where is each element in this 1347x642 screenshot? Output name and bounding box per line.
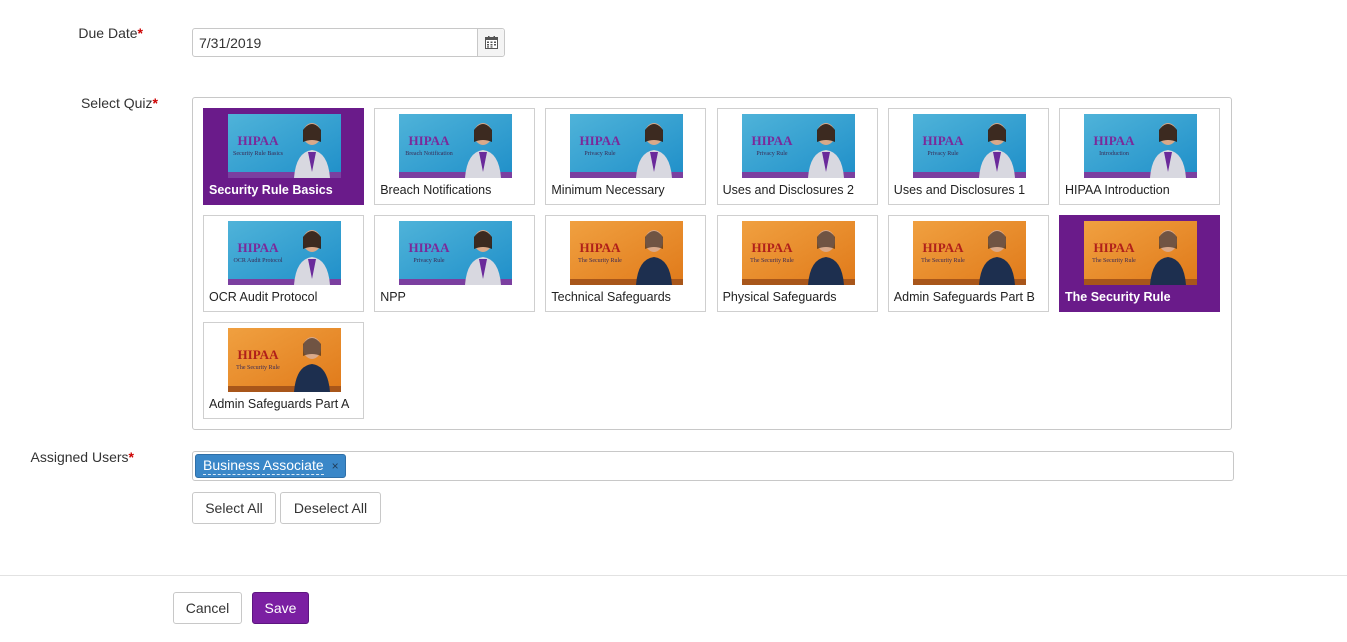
save-button[interactable]: Save — [252, 592, 309, 624]
svg-text:HIPAA: HIPAA — [751, 133, 793, 148]
svg-text:HIPAA: HIPAA — [238, 133, 280, 148]
quiz-thumbnail: HIPAA The Security Rule — [1084, 221, 1197, 285]
quiz-thumbnail: HIPAA The Security Rule — [741, 221, 855, 285]
quiz-tile-title: Admin Safeguards Part B — [893, 290, 1035, 304]
quiz-thumbnail: HIPAA The Security Rule — [912, 221, 1026, 285]
quiz-tile[interactable]: HIPAA Privacy Rule NPP — [374, 215, 536, 312]
quiz-thumbnail: HIPAA The Security Rule — [228, 328, 341, 392]
svg-text:OCR Audit Protocol: OCR Audit Protocol — [233, 258, 282, 264]
quiz-thumbnail: HIPAA Introduction — [1084, 114, 1197, 178]
svg-text:Privacy Rule: Privacy Rule — [927, 151, 958, 157]
assigned-users-label-text: Assigned Users — [30, 449, 129, 465]
svg-text:HIPAA: HIPAA — [409, 133, 451, 148]
quiz-tile-title: Admin Safeguards Part A — [209, 397, 350, 411]
svg-text:HIPAA: HIPAA — [922, 240, 964, 255]
quiz-tile[interactable]: HIPAA Security Rule Basics Security Rule B… — [203, 108, 364, 205]
svg-text:Breach Notification: Breach Notification — [405, 150, 452, 157]
due-date-field — [192, 28, 505, 57]
select-quiz-label: Select Quiz* — [0, 95, 158, 111]
quiz-tile-title: OCR Audit Protocol — [209, 290, 318, 304]
quiz-tile-title: Technical Safeguards — [551, 290, 671, 304]
due-date-label-text: Due Date — [78, 25, 138, 41]
quiz-thumbnail: HIPAA OCR Audit Protocol — [228, 221, 341, 285]
svg-text:HIPAA: HIPAA — [238, 347, 280, 362]
select-all-button[interactable]: Select All — [192, 492, 276, 524]
svg-text:The Security Rule: The Security Rule — [921, 258, 965, 264]
svg-text:HIPAA: HIPAA — [751, 240, 793, 255]
due-date-input[interactable] — [193, 29, 477, 56]
svg-text:The Security Rule: The Security Rule — [236, 365, 280, 371]
svg-text:The Security Rule: The Security Rule — [1092, 258, 1136, 264]
svg-text:HIPAA: HIPAA — [1094, 240, 1136, 255]
quiz-tile[interactable]: HIPAA The Security Rule Physical Safeguard… — [716, 215, 878, 312]
svg-text:Security Rule Basics: Security Rule Basics — [233, 151, 284, 157]
quiz-tile-title: Uses and Disclosures 2 — [722, 183, 854, 197]
svg-text:Privacy Rule: Privacy Rule — [585, 151, 616, 157]
cancel-button[interactable]: Cancel — [173, 592, 242, 624]
quiz-tile[interactable]: HIPAA OCR Audit Protocol OCR Audit Protoco… — [203, 215, 364, 312]
quiz-tile-title: Breach Notifications — [380, 183, 492, 197]
footer-divider — [0, 575, 1347, 576]
quiz-thumbnail: HIPAA Security Rule Basics — [228, 114, 341, 178]
quiz-thumbnail: HIPAA Privacy Rule — [570, 114, 684, 178]
quiz-tile-title: Uses and Disclosures 1 — [893, 183, 1026, 197]
user-tag: Business Associate × — [195, 454, 346, 478]
assigned-users-label: Assigned Users* — [0, 449, 135, 465]
quiz-thumbnail: HIPAA Privacy Rule — [399, 221, 513, 285]
quiz-tile-title: HIPAA Introduction — [1065, 183, 1170, 197]
svg-text:HIPAA: HIPAA — [580, 133, 622, 148]
select-quiz-label-text: Select Quiz — [80, 95, 153, 111]
deselect-all-button[interactable]: Deselect All — [280, 492, 381, 524]
quiz-tile[interactable]: HIPAA The Security Rule Admin Safeguards P… — [887, 215, 1049, 312]
due-date-label: Due Date* — [0, 25, 143, 41]
svg-text:Privacy Rule: Privacy Rule — [756, 151, 787, 157]
svg-text:HIPAA: HIPAA — [1094, 133, 1136, 148]
quiz-tile[interactable]: HIPAA Privacy Rule Minimum Necessary — [545, 108, 707, 205]
quiz-tile[interactable]: HIPAA The Security Rule Admin Safeguards P… — [203, 322, 364, 419]
quiz-tile[interactable]: HIPAA Privacy Rule Uses and Disclosures 1 — [887, 108, 1049, 205]
quiz-tile-title: The Security Rule — [1065, 290, 1171, 304]
svg-text:HIPAA: HIPAA — [238, 240, 280, 255]
required-mark: * — [137, 25, 143, 41]
svg-text:HIPAA: HIPAA — [922, 133, 964, 148]
quiz-tile-title: Physical Safeguards — [722, 290, 837, 304]
remove-tag-icon[interactable]: × — [332, 459, 339, 473]
quiz-tile-title: Security Rule Basics — [209, 183, 333, 197]
quiz-tile-title: NPP — [380, 290, 406, 304]
quiz-tile[interactable]: HIPAA The Security Rule Technical Safeguar… — [545, 215, 707, 312]
quiz-tile-title: Minimum Necessary — [551, 183, 665, 197]
required-mark: * — [152, 95, 158, 111]
svg-text:The Security Rule: The Security Rule — [579, 258, 623, 264]
quiz-tile[interactable]: HIPAA The Security Rule The Security Rule — [1059, 215, 1220, 312]
quiz-tile[interactable]: HIPAA Privacy Rule Uses and Disclosures 2 — [716, 108, 878, 205]
quiz-thumbnail: HIPAA Breach Notification — [399, 114, 513, 178]
quiz-picker: HIPAA Security Rule Basics Security Rule B… — [192, 97, 1232, 430]
svg-text:Introduction: Introduction — [1099, 151, 1129, 157]
quiz-thumbnail: HIPAA Privacy Rule — [912, 114, 1026, 178]
quiz-thumbnail: HIPAA The Security Rule — [570, 221, 684, 285]
quiz-thumbnail: HIPAA Privacy Rule — [741, 114, 855, 178]
calendar-icon[interactable] — [477, 29, 504, 56]
svg-text:The Security Rule: The Security Rule — [750, 258, 794, 264]
required-mark: * — [128, 449, 134, 465]
assigned-users-input[interactable]: Business Associate × — [192, 451, 1234, 481]
quiz-tile[interactable]: HIPAA Breach Notification Breach Notificat… — [374, 108, 536, 205]
svg-text:Privacy Rule: Privacy Rule — [414, 258, 445, 264]
svg-text:HIPAA: HIPAA — [580, 240, 622, 255]
user-tag-label: Business Associate — [203, 457, 324, 475]
quiz-tile[interactable]: HIPAA Introduction HIPAA Introduction — [1059, 108, 1220, 205]
svg-text:HIPAA: HIPAA — [409, 240, 451, 255]
